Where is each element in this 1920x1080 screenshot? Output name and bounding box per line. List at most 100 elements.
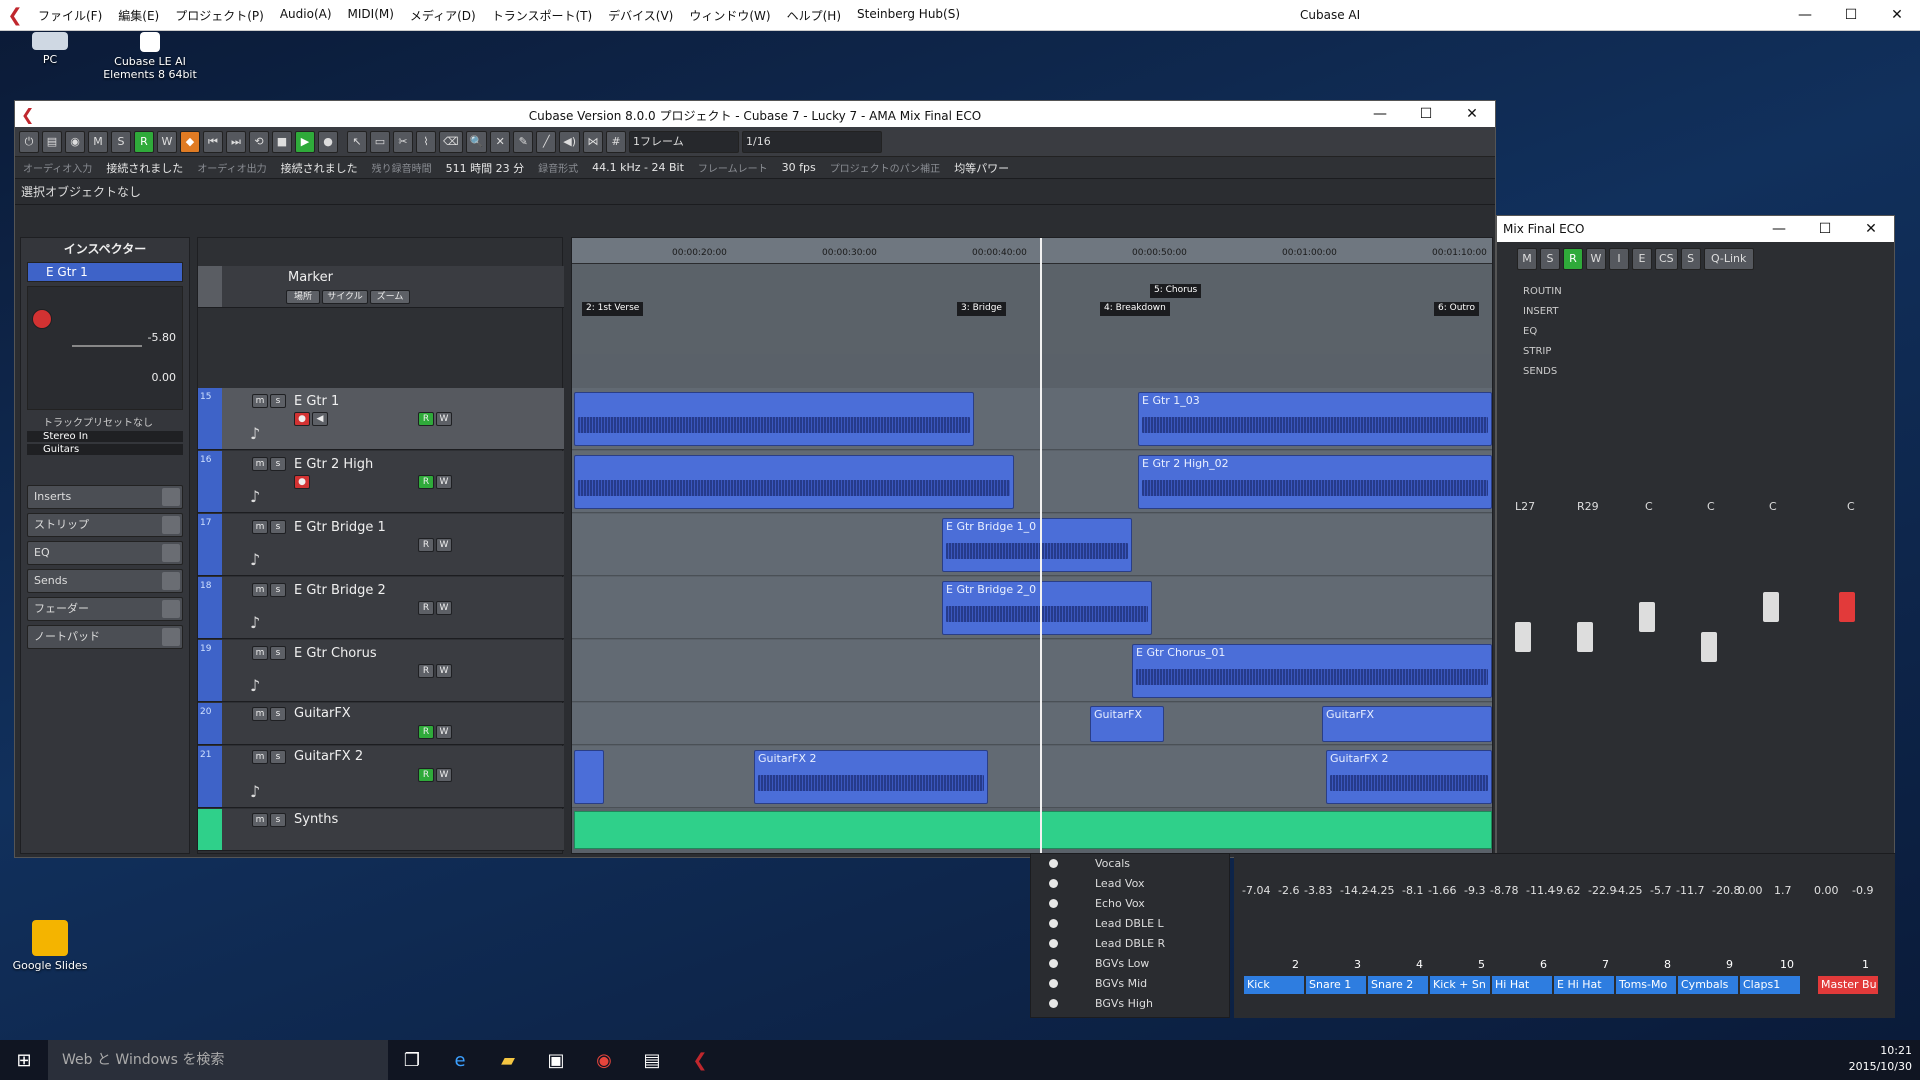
desktop-icon-cubase[interactable]: Cubase LE AI Elements 8 64bit — [100, 32, 200, 81]
settings-icon[interactable]: ◉ — [65, 130, 85, 153]
rack-row-label[interactable]: EQ — [1503, 322, 1889, 342]
quantize-select[interactable]: 1/16 — [742, 130, 883, 153]
mute-button[interactable]: m — [252, 813, 268, 827]
mixer-mute-button[interactable]: M — [1517, 248, 1537, 270]
write-button[interactable]: W — [436, 475, 452, 489]
audio-clip[interactable] — [574, 392, 974, 446]
visibility-item[interactable]: Lead Vox — [1031, 874, 1229, 894]
audio-clip[interactable]: GuitarFX — [1322, 706, 1492, 742]
track-row[interactable]: 16 m s E Gtr 2 High ● R W ♪ — [198, 451, 564, 513]
menu-midi[interactable]: MIDI(M) — [340, 7, 402, 24]
output-routing[interactable]: Guitars — [27, 444, 183, 455]
file-explorer-icon[interactable]: ▰ — [484, 1040, 532, 1080]
fader-handle[interactable] — [1515, 622, 1531, 652]
rack-row-label[interactable]: ROUTIN — [1503, 282, 1889, 302]
pan-value[interactable]: L27 — [1515, 500, 1535, 513]
read-button[interactable]: R — [418, 664, 434, 678]
write-button[interactable]: W — [436, 664, 452, 678]
windows-start-icon[interactable]: ⊞ — [0, 1040, 48, 1080]
channel-name[interactable]: Toms-Mo — [1616, 976, 1676, 994]
pan-value[interactable]: C — [1769, 500, 1777, 513]
read-button[interactable]: R — [418, 601, 434, 615]
q-link-button[interactable]: Q-Link — [1703, 248, 1754, 270]
channel-name[interactable]: Claps1 — [1740, 976, 1800, 994]
volume-slider[interactable] — [72, 345, 142, 347]
close-button[interactable]: ✕ — [1874, 0, 1920, 31]
menu-file[interactable]: ファイル(F) — [30, 7, 110, 24]
inspector-track-name[interactable]: E Gtr 1 — [27, 262, 183, 282]
track-lane[interactable]: E Gtr Bridge 1_0 — [572, 514, 1492, 576]
mixer-edit-button[interactable]: E — [1632, 248, 1652, 270]
rack-row-label[interactable]: INSERT — [1503, 302, 1889, 322]
automation-mode-icon[interactable]: ◆ — [180, 130, 200, 153]
menu-help[interactable]: ヘルプ(H) — [779, 7, 849, 24]
draw-tool-icon[interactable]: ✎ — [513, 130, 534, 153]
mute-tool-icon[interactable]: ✕ — [490, 130, 511, 153]
forward-icon[interactable]: ⏭ — [226, 130, 246, 153]
marker[interactable]: 2: 1st Verse — [582, 302, 644, 316]
line-tool-icon[interactable]: ╱ — [536, 130, 557, 153]
channel-name[interactable]: Hi Hat — [1492, 976, 1552, 994]
read-button[interactable]: R — [418, 412, 434, 426]
mute-all-button[interactable]: M — [88, 130, 108, 153]
mixer-read-button[interactable]: R — [1563, 248, 1583, 270]
play-icon[interactable]: ▶ — [295, 130, 315, 153]
solo-button[interactable]: s — [270, 457, 286, 471]
task-view-icon[interactable]: ❐ — [388, 1040, 436, 1080]
record-enable-button[interactable]: ● — [294, 412, 310, 426]
channel-name[interactable]: Kick + Sn — [1430, 976, 1490, 994]
range-tool-icon[interactable]: ▭ — [370, 130, 390, 153]
visibility-item[interactable]: BGVs High — [1031, 994, 1229, 1014]
read-button[interactable]: R — [418, 768, 434, 782]
chrome-icon[interactable]: ◉ — [580, 1040, 628, 1080]
taskbar-search[interactable]: Web と Windows を検索 — [48, 1040, 388, 1080]
track-row[interactable]: 15 m s E Gtr 1 ● ◀ R W ♪ — [198, 388, 564, 450]
cubase-taskbar-icon[interactable]: ❮ — [676, 1040, 724, 1080]
arrange-area[interactable]: 00:00:20:00 00:00:30:00 00:00:40:00 00:0… — [571, 237, 1493, 854]
solo-button[interactable]: s — [270, 583, 286, 597]
channel-name[interactable]: Snare 1 — [1306, 976, 1366, 994]
mute-button[interactable]: m — [252, 520, 268, 534]
write-button[interactable]: W — [436, 601, 452, 615]
visibility-item[interactable]: BGVs Mid — [1031, 974, 1229, 994]
mute-button[interactable]: m — [252, 394, 268, 408]
marker-lane[interactable]: 2: 1st Verse 3: Bridge 4: Breakdown 5: C… — [572, 264, 1492, 354]
split-tool-icon[interactable]: ✂ — [393, 130, 413, 153]
menu-devices[interactable]: デバイス(V) — [600, 7, 681, 24]
write-button[interactable]: W — [436, 768, 452, 782]
fader-handle[interactable] — [1577, 622, 1593, 652]
folder-part[interactable] — [574, 811, 1492, 849]
pan-value[interactable]: C — [1707, 500, 1715, 513]
write-button[interactable]: W — [436, 538, 452, 552]
pan-value[interactable]: C — [1847, 500, 1855, 513]
solo-button[interactable]: s — [270, 646, 286, 660]
mixer-write-button[interactable]: W — [1586, 248, 1606, 270]
record-enable-button[interactable]: ● — [294, 475, 310, 489]
menu-edit[interactable]: 編集(E) — [110, 7, 167, 24]
inspector-section-inserts[interactable]: Inserts — [27, 485, 183, 509]
mute-button[interactable]: m — [252, 457, 268, 471]
mute-button[interactable]: m — [252, 646, 268, 660]
read-button[interactable]: R — [418, 538, 434, 552]
marker[interactable]: 6: Outro — [1434, 302, 1479, 316]
write-button[interactable]: W — [436, 725, 452, 739]
marker[interactable]: 5: Chorus — [1150, 284, 1202, 298]
track-row[interactable]: 19 m s E Gtr Chorus R W ♪ — [198, 640, 564, 702]
solo-button[interactable]: s — [270, 520, 286, 534]
visibility-item[interactable]: Echo Vox — [1031, 894, 1229, 914]
fader-area[interactable] — [1503, 582, 1889, 862]
audio-clip[interactable] — [574, 750, 604, 804]
track-lane[interactable]: E Gtr 1_03 — [572, 388, 1492, 450]
channel-name[interactable]: Kick — [1244, 976, 1304, 994]
marker-track-row[interactable]: Marker 場所 サイクル ズーム — [198, 266, 564, 308]
maximize-button[interactable]: ☐ — [1828, 0, 1874, 31]
channel-name[interactable]: Snare 2 — [1368, 976, 1428, 994]
zoom-tool-icon[interactable]: 🔍 — [465, 130, 488, 153]
frame-rate-select[interactable]: 1フレーム — [629, 130, 740, 153]
menu-audio[interactable]: Audio(A) — [272, 7, 340, 24]
speaker-tool-icon[interactable]: ◀) — [559, 130, 581, 153]
app-icon[interactable]: ▤ — [628, 1040, 676, 1080]
solo-all-button[interactable]: S — [111, 130, 131, 153]
audio-clip[interactable]: E Gtr Bridge 1_0 — [942, 518, 1132, 572]
menu-window[interactable]: ウィンドウ(W) — [681, 7, 778, 24]
